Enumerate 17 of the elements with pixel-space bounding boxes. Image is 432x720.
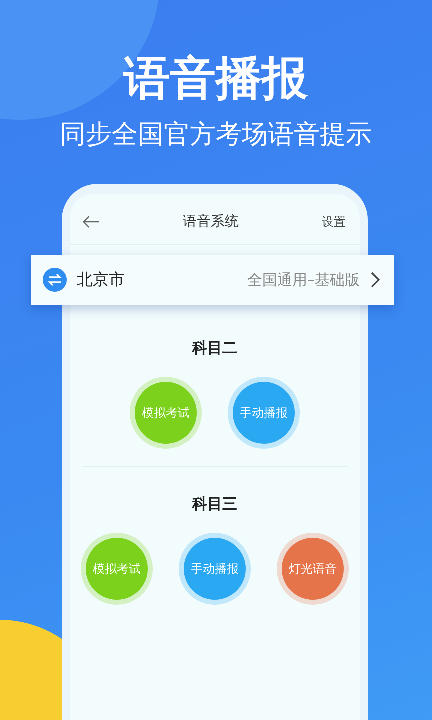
version-label: 全国通用–基础版 [248,270,360,290]
swap-icon [43,268,67,292]
section-title: 科目三 [191,495,238,514]
city-name: 北京市 [77,270,126,290]
city-selector[interactable]: 北京市 全国通用–基础版 [31,255,394,305]
mode-button[interactable]: 模拟考试 [86,538,148,600]
mode-button[interactable]: 手动播报 [233,382,295,444]
mode-button[interactable]: 灯光语音 [282,538,344,600]
mode-button[interactable]: 模拟考试 [135,382,197,444]
back-arrow-icon[interactable] [82,215,100,229]
subtitle: 同步全国官方考场语音提示 [60,119,372,152]
chevron-right-icon [370,272,380,288]
screen-title: 语音系统 [182,213,240,231]
section-title: 科目二 [191,339,238,358]
headline: 语音播报 [124,50,308,106]
settings-link[interactable]: 设置 [322,214,346,230]
mode-button[interactable]: 手动播报 [184,538,246,600]
